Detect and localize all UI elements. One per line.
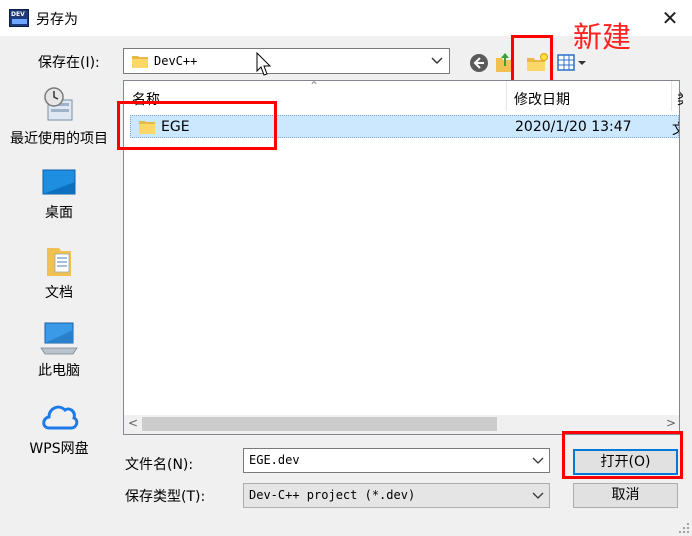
chevron-down-icon[interactable] [531,453,545,467]
chevron-down-icon [532,492,544,499]
cloud-icon [42,405,79,430]
place-label: 此电脑 [38,363,80,379]
close-button[interactable]: ✕ [650,2,690,34]
sort-arrow-icon: ⌃ [309,79,320,93]
place-label: 桌面 [45,205,73,221]
file-type-label: 保存类型(T): [125,489,206,505]
chevron-down-icon [431,57,443,64]
place-label: 最近使用的项目 [10,131,108,147]
folder-icon [132,56,148,68]
annotation-new-label: 新建 [573,20,632,54]
app-icon: DEV [9,9,29,27]
scroll-thumb[interactable] [142,417,497,431]
desktop-icon [42,169,76,195]
place-recent[interactable]: 最近使用的项目 [0,86,118,148]
close-icon: ✕ [661,6,679,30]
place-label: WPS网盘 [29,441,89,457]
documents-icon [47,248,71,276]
back-button[interactable] [468,52,490,74]
save-in-value: DevC++ [154,54,198,68]
place-this-pc[interactable]: 此电脑 [0,320,118,380]
cancel-button[interactable]: 取消 [573,483,678,508]
place-desktop[interactable]: 桌面 [0,168,118,222]
file-type-select[interactable]: Dev-C++ project (*.dev) [243,483,550,508]
place-label: 文档 [45,285,73,301]
file-type-value: Dev-C++ project (*.dev) [249,488,416,502]
file-modified: 2020/1/20 13:47 [515,119,632,135]
place-documents[interactable]: 文档 [0,244,118,302]
scroll-right-icon[interactable]: > [666,416,676,430]
save-in-dropdown[interactable]: DevC++ [123,48,450,74]
mouse-cursor-icon [256,52,272,76]
window-title: 另存为 [36,12,78,28]
recent-icon [44,87,73,121]
annotation-box-ege [117,101,277,150]
save-in-label: 保存在(I): [38,55,100,71]
resize-grip-icon[interactable] [678,522,690,534]
column-header-type[interactable]: 类 [677,89,683,109]
column-header-modified[interactable]: 修改日期 [514,89,570,109]
annotation-box-new-folder [511,35,553,83]
file-name-label: 文件名(N): [125,457,194,473]
scroll-left-icon[interactable]: < [128,416,138,430]
computer-icon [40,322,78,355]
file-type: 文 [672,119,679,139]
place-wps-cloud[interactable]: WPS网盘 [0,398,118,458]
file-name-input[interactable]: EGE.dev [243,448,550,473]
file-name-value: EGE.dev [249,453,300,467]
annotation-box-open [562,431,683,479]
